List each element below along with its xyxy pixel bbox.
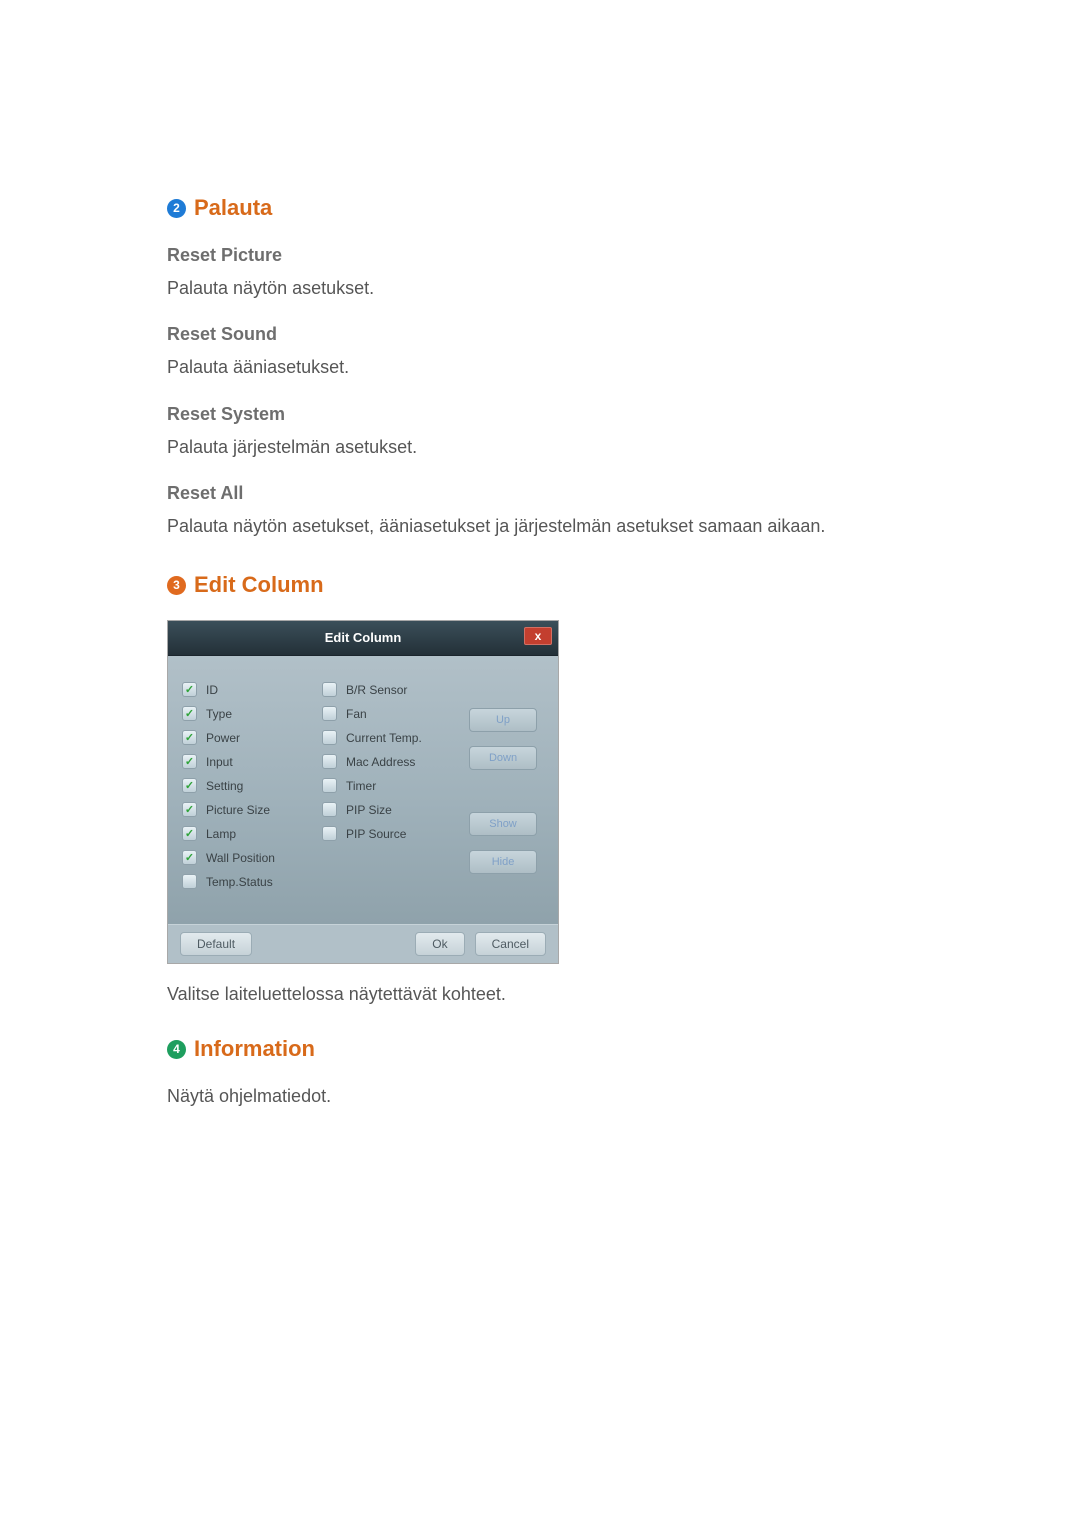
checkbox-label: Current Temp. [346,731,422,745]
up-button[interactable]: Up [469,708,537,732]
badge-2-icon: 2 [167,199,186,218]
cancel-button[interactable]: Cancel [475,932,546,956]
hide-button[interactable]: Hide [469,850,537,874]
checkbox-label: Fan [346,707,367,721]
subheading-reset-all: Reset All [167,483,915,504]
checkbox-icon[interactable] [182,874,197,889]
checkbox-label: Lamp [206,827,236,841]
column-right: B/R Sensor Fan Current Temp. Mac Address Tim… [322,678,462,894]
section-title: Information [194,1036,315,1062]
checkbox-icon[interactable] [322,682,337,697]
checkbox-icon[interactable] [182,730,197,745]
default-button[interactable]: Default [180,932,252,956]
subheading-reset-sound: Reset Sound [167,324,915,345]
down-button[interactable]: Down [469,746,537,770]
checkbox-row[interactable]: ID [182,678,322,701]
checkbox-label: PIP Size [346,803,392,817]
checkbox-row[interactable]: PIP Size [322,798,462,821]
document-page: 2 Palauta Reset Picture Palauta näytön a… [0,0,1080,1109]
column-side: Up Down Show Hide [462,678,544,894]
checkbox-icon[interactable] [182,802,197,817]
checkbox-row[interactable]: Type [182,702,322,725]
checkbox-label: Setting [206,779,243,793]
checkbox-icon[interactable] [182,850,197,865]
show-button[interactable]: Show [469,812,537,836]
checkbox-row[interactable]: Picture Size [182,798,322,821]
checkbox-icon[interactable] [322,706,337,721]
checkbox-row[interactable]: Lamp [182,822,322,845]
subheading-reset-picture: Reset Picture [167,245,915,266]
checkbox-row[interactable]: Temp.Status [182,870,322,893]
text-reset-picture: Palauta näytön asetukset. [167,276,915,300]
checkbox-label: Mac Address [346,755,415,769]
checkbox-row[interactable]: B/R Sensor [322,678,462,701]
checkbox-row[interactable]: Fan [322,702,462,725]
checkbox-label: Wall Position [206,851,275,865]
checkbox-label: Timer [346,779,376,793]
checkbox-label: Input [206,755,233,769]
subheading-reset-system: Reset System [167,404,915,425]
checkbox-row[interactable]: Timer [322,774,462,797]
ok-button[interactable]: Ok [415,932,464,956]
section-title: Edit Column [194,572,324,598]
close-icon[interactable]: x [524,627,552,645]
section-title: Palauta [194,195,272,221]
checkbox-icon[interactable] [182,778,197,793]
checkbox-icon[interactable] [182,706,197,721]
section-heading-edit-column: 3 Edit Column [167,572,915,598]
dialog-body: ID Type Power Input Setting Picture Size Lamp W… [168,656,558,924]
checkbox-row[interactable]: Power [182,726,322,749]
dialog-titlebar: Edit Column x [168,621,558,656]
dialog-footer: Default Ok Cancel [168,924,558,963]
checkbox-label: Type [206,707,232,721]
checkbox-label: PIP Source [346,827,406,841]
badge-3-icon: 3 [167,576,186,595]
checkbox-row[interactable]: Input [182,750,322,773]
badge-4-icon: 4 [167,1040,186,1059]
checkbox-icon[interactable] [322,778,337,793]
checkbox-icon[interactable] [182,826,197,841]
text-reset-sound: Palauta ääniasetukset. [167,355,915,379]
dialog-title: Edit Column [168,621,558,655]
checkbox-label: Temp.Status [206,875,273,889]
checkbox-row[interactable]: Current Temp. [322,726,462,749]
checkbox-row[interactable]: Wall Position [182,846,322,869]
section-heading-information: 4 Information [167,1036,915,1062]
checkbox-icon[interactable] [322,826,337,841]
checkbox-label: B/R Sensor [346,683,407,697]
checkbox-icon[interactable] [322,730,337,745]
edit-column-caption: Valitse laiteluettelossa näytettävät koh… [167,982,915,1006]
checkbox-icon[interactable] [182,682,197,697]
checkbox-icon[interactable] [322,754,337,769]
checkbox-label: Power [206,731,240,745]
checkbox-row[interactable]: Setting [182,774,322,797]
checkbox-icon[interactable] [182,754,197,769]
checkbox-row[interactable]: PIP Source [322,822,462,845]
checkbox-label: Picture Size [206,803,270,817]
column-left: ID Type Power Input Setting Picture Size Lamp W… [182,678,322,894]
section-heading-palauta: 2 Palauta [167,195,915,221]
text-information: Näytä ohjelmatiedot. [167,1084,915,1108]
edit-column-dialog: Edit Column x ID Type Power Input Setting Pic… [167,620,559,964]
checkbox-icon[interactable] [322,802,337,817]
checkbox-label: ID [206,683,218,697]
text-reset-all: Palauta näytön asetukset, ääniasetukset … [167,514,915,538]
checkbox-row[interactable]: Mac Address [322,750,462,773]
text-reset-system: Palauta järjestelmän asetukset. [167,435,915,459]
